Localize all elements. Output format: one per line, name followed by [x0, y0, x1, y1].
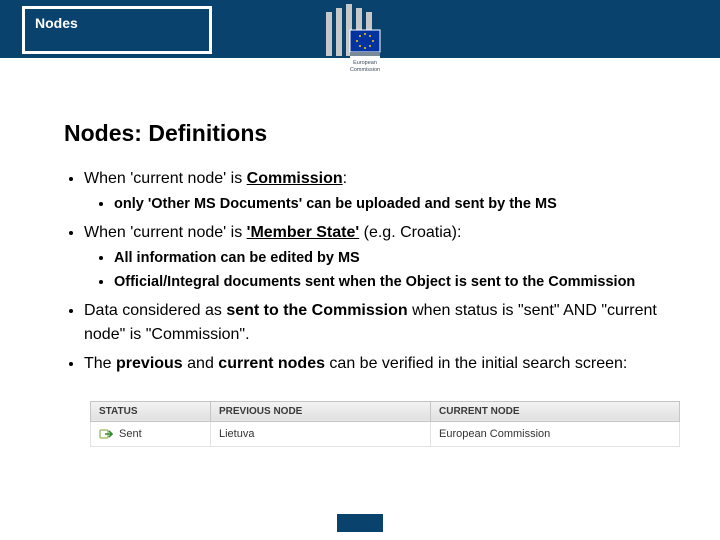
table-row: Sent Lietuva European Commission: [91, 421, 680, 446]
text: The: [84, 355, 116, 372]
text: When 'current node' is: [84, 224, 247, 241]
col-curr-node: CURRENT NODE: [431, 401, 680, 421]
sub-bullet: only 'Other MS Documents' can be uploade…: [114, 194, 692, 215]
slide-content: Nodes: Definitions When 'current node' i…: [0, 58, 720, 447]
header-title-text: Nodes: [35, 15, 78, 31]
col-status: STATUS: [91, 401, 211, 421]
text-bold: sent to the Commission: [226, 302, 407, 319]
text-member-state: 'Member State': [247, 224, 360, 241]
status-table: STATUS PREVIOUS NODE CURRENT NODE Sent: [90, 401, 680, 447]
text-commission: Commission: [247, 170, 343, 187]
text: can be verified in the initial search sc…: [325, 355, 627, 372]
bullet-2: When 'current node' is 'Member State' (e…: [84, 221, 692, 293]
bullet-list: When 'current node' is Commission: only …: [30, 167, 692, 375]
text: (e.g. Croatia):: [359, 224, 461, 241]
cell-status-text: Sent: [119, 428, 142, 440]
header-title-box: Nodes: [22, 6, 212, 54]
header-bar: Nodes: [0, 0, 720, 58]
sent-icon: [99, 427, 113, 441]
slide-heading: Nodes: Definitions: [64, 120, 692, 147]
text: When 'current node' is: [84, 170, 247, 187]
cell-prev-node: Lietuva: [211, 421, 431, 446]
bullet-1: When 'current node' is Commission: only …: [84, 167, 692, 215]
svg-text:European: European: [353, 60, 377, 66]
sublist-2: All information can be edited by MS Offi…: [84, 248, 692, 293]
ec-logo-graphic: European Commission: [320, 0, 400, 90]
sublist-1: only 'Other MS Documents' can be uploade…: [84, 194, 692, 215]
text-bold: current nodes: [218, 355, 325, 372]
bullet-4: The previous and current nodes can be ve…: [84, 352, 692, 375]
table-header-row: STATUS PREVIOUS NODE CURRENT NODE: [91, 401, 680, 421]
footer-accent-bar: [337, 514, 383, 532]
col-prev-node: PREVIOUS NODE: [211, 401, 431, 421]
text: Data considered as: [84, 302, 226, 319]
cell-status: Sent: [91, 421, 211, 446]
svg-text:Commission: Commission: [350, 67, 380, 73]
ec-logo: European Commission: [320, 0, 400, 90]
text: :: [343, 170, 347, 187]
sub-bullet: All information can be edited by MS: [114, 248, 692, 269]
text-bold: previous: [116, 355, 183, 372]
cell-curr-node: European Commission: [431, 421, 680, 446]
bullet-3: Data considered as sent to the Commissio…: [84, 299, 692, 345]
text: and: [183, 355, 219, 372]
sub-bullet: Official/Integral documents sent when th…: [114, 272, 692, 293]
